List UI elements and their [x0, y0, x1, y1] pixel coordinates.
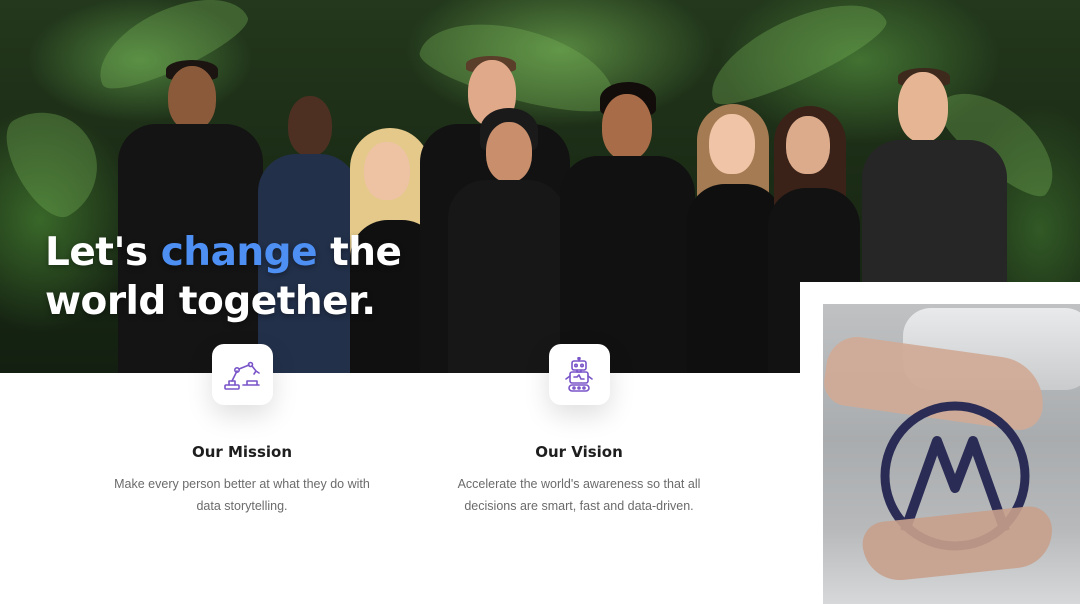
vision-title: Our Vision	[535, 443, 623, 461]
headline-text: Let's	[45, 230, 161, 275]
vision-icon-box	[548, 344, 610, 405]
vision-text: Accelerate the world's awareness so that…	[457, 477, 701, 513]
robot-icon	[565, 356, 593, 392]
headline-accent-word: change	[160, 230, 318, 275]
vr-hands-photo	[823, 304, 1080, 604]
headline-text: the	[317, 230, 402, 275]
mission-icon-box	[211, 344, 273, 405]
team-member	[118, 60, 263, 373]
mission-title: Our Mission	[191, 443, 293, 461]
team-member	[448, 108, 566, 373]
vision-block: Our Vision Accelerate the world's awaren…	[429, 344, 729, 517]
hero-headline: Let's change the world together.	[45, 228, 402, 326]
robot-arm-icon	[224, 361, 260, 390]
headline-line-2: world together.	[45, 279, 376, 324]
mission-text: Make every person better at what they do…	[114, 477, 370, 513]
team-member	[560, 82, 695, 373]
mission-block: Our Mission Make every person better at …	[92, 344, 392, 517]
